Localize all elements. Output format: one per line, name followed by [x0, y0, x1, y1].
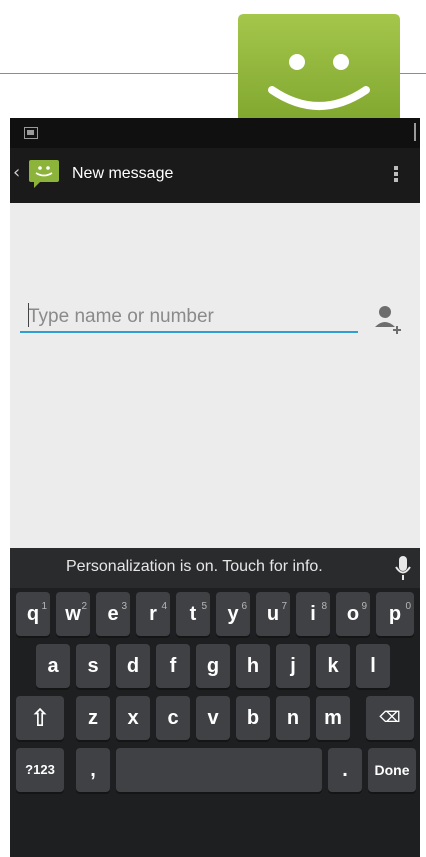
keyboard: Personalization is on. Touch for info. q…	[10, 548, 420, 857]
key-q[interactable]: q1	[16, 592, 50, 636]
key-m[interactable]: m	[316, 696, 350, 740]
key-v[interactable]: v	[196, 696, 230, 740]
key-u[interactable]: u7	[256, 592, 290, 636]
key-d[interactable]: d	[116, 644, 150, 688]
key-a[interactable]: a	[36, 644, 70, 688]
key-s[interactable]: s	[76, 644, 110, 688]
backspace-key[interactable]: ⌫	[366, 696, 414, 740]
key-j[interactable]: j	[276, 644, 310, 688]
key-e[interactable]: e3	[96, 592, 130, 636]
key-row-action: ?123 , . Done	[10, 744, 420, 796]
key-r[interactable]: r4	[136, 592, 170, 636]
overflow-menu-icon[interactable]	[394, 166, 400, 182]
suggestion-text: Personalization is on. Touch for info.	[66, 558, 323, 575]
key-y[interactable]: y6	[216, 592, 250, 636]
add-contact-icon[interactable]	[374, 303, 402, 335]
key-p[interactable]: p0	[376, 592, 414, 636]
key-x[interactable]: x	[116, 696, 150, 740]
space-key[interactable]	[116, 748, 322, 792]
text-cursor	[28, 303, 29, 327]
key-f[interactable]: f	[156, 644, 190, 688]
key-row-top: q1 w2 e3 r4 t5 y6 u7 i8 o9 p0	[10, 588, 420, 640]
key-o[interactable]: o9	[336, 592, 370, 636]
recipient-input[interactable]	[20, 303, 358, 333]
key-n[interactable]: n	[276, 696, 310, 740]
mic-icon[interactable]	[395, 556, 411, 580]
compose-area	[10, 203, 420, 593]
period-key[interactable]: .	[328, 748, 362, 792]
comma-key[interactable]: ,	[76, 748, 110, 792]
key-g[interactable]: g	[196, 644, 230, 688]
status-bar	[10, 118, 420, 148]
key-i[interactable]: i8	[296, 592, 330, 636]
key-b[interactable]: b	[236, 696, 270, 740]
key-k[interactable]: k	[316, 644, 350, 688]
status-indicator	[414, 123, 416, 141]
done-key[interactable]: Done	[368, 748, 416, 792]
page-title: New message	[72, 165, 174, 182]
action-bar: ‹ New message	[10, 148, 420, 203]
key-w[interactable]: w2	[56, 592, 90, 636]
key-z[interactable]: z	[76, 696, 110, 740]
key-c[interactable]: c	[156, 696, 190, 740]
key-row-middle: a s d f g h j k l	[10, 640, 420, 692]
key-l[interactable]: l	[356, 644, 390, 688]
phone-screen: ‹ New message Personalization is o	[10, 118, 420, 857]
suggestion-strip[interactable]: Personalization is on. Touch for info.	[10, 548, 420, 588]
messaging-app-icon[interactable]	[28, 158, 60, 190]
key-row-bottom: ⇧ z x c v b n m ⌫	[10, 692, 420, 744]
notification-image-icon	[24, 127, 38, 139]
shift-key[interactable]: ⇧	[16, 696, 64, 740]
key-h[interactable]: h	[236, 644, 270, 688]
symbols-key[interactable]: ?123	[16, 748, 64, 792]
key-t[interactable]: t5	[176, 592, 210, 636]
back-chevron-icon[interactable]: ‹	[13, 162, 20, 183]
